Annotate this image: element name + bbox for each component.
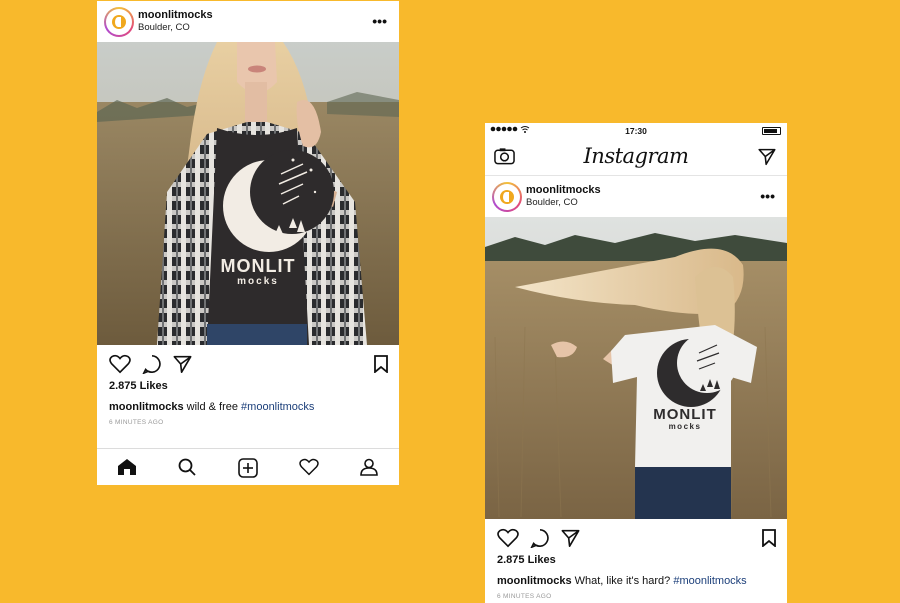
- shirt-brand-line2: mocks: [669, 422, 702, 431]
- caption-hashtag[interactable]: #moonlitmocks: [673, 575, 746, 587]
- moon-logo-icon: [500, 190, 514, 204]
- comment-icon[interactable]: [142, 354, 162, 374]
- post-actions: [485, 519, 787, 553]
- home-icon[interactable]: [117, 458, 137, 476]
- caption-hashtag[interactable]: #moonlitmocks: [241, 401, 314, 413]
- search-icon[interactable]: [178, 458, 196, 476]
- location[interactable]: Boulder, CO: [138, 22, 213, 34]
- status-bar: 17:30: [485, 123, 787, 138]
- battery-icon: [762, 127, 781, 135]
- more-options-icon[interactable]: •••: [372, 14, 387, 28]
- heart-icon[interactable]: [497, 528, 519, 548]
- username[interactable]: moonlitmocks: [138, 9, 213, 22]
- caption: moonlitmocks What, like it's hard? #moon…: [485, 574, 787, 588]
- avatar[interactable]: [492, 182, 522, 212]
- post-card-right: 17:30 Instagram moonlitmocks Boulder, CO…: [485, 123, 787, 603]
- status-time: 17:30: [625, 126, 647, 136]
- post-actions: [97, 345, 399, 379]
- profile-icon[interactable]: [360, 458, 378, 476]
- activity-heart-icon[interactable]: [299, 458, 319, 476]
- shirt-brand-line2: mocks: [237, 276, 279, 287]
- timestamp: 6 MINUTES AGO: [497, 593, 552, 600]
- moon-logo-icon: [112, 15, 126, 29]
- caption-text: What, like it's hard?: [571, 575, 674, 587]
- avatar[interactable]: [104, 7, 134, 37]
- caption: moonlitmocks wild & free #moonlitmocks: [97, 400, 399, 414]
- likes-count[interactable]: 2.875 Likes: [97, 379, 399, 393]
- likes-count[interactable]: 2.875 Likes: [485, 553, 787, 567]
- app-logo: Instagram: [583, 144, 689, 168]
- post-photo[interactable]: MONLIT mocks: [97, 42, 399, 345]
- caption-username[interactable]: moonlitmocks: [497, 575, 572, 587]
- username[interactable]: moonlitmocks: [526, 184, 601, 197]
- comment-icon[interactable]: [530, 528, 550, 548]
- share-icon[interactable]: [172, 354, 193, 374]
- bookmark-icon[interactable]: [374, 355, 388, 373]
- shirt-brand-line1: MONLIT: [221, 256, 296, 276]
- post-photo[interactable]: MONLIT mocks: [485, 217, 787, 519]
- more-options-icon[interactable]: •••: [760, 189, 775, 203]
- timestamp: 6 MINUTES AGO: [109, 419, 164, 426]
- bottom-tab-bar: [97, 448, 399, 485]
- heart-icon[interactable]: [109, 354, 131, 374]
- shirt-brand-line1: MONLIT: [653, 406, 717, 423]
- add-post-icon[interactable]: [238, 458, 258, 478]
- post-card-left: moonlitmocks Boulder, CO ••• MONLIT mock…: [97, 1, 399, 485]
- caption-text: wild & free: [183, 401, 242, 413]
- caption-username[interactable]: moonlitmocks: [109, 401, 184, 413]
- share-icon[interactable]: [560, 528, 581, 548]
- post-header: moonlitmocks Boulder, CO •••: [97, 1, 399, 42]
- direct-message-icon[interactable]: [757, 147, 777, 166]
- location[interactable]: Boulder, CO: [526, 197, 601, 209]
- app-bar: Instagram: [485, 138, 787, 176]
- bookmark-icon[interactable]: [762, 529, 776, 547]
- post-header: moonlitmocks Boulder, CO •••: [485, 176, 787, 217]
